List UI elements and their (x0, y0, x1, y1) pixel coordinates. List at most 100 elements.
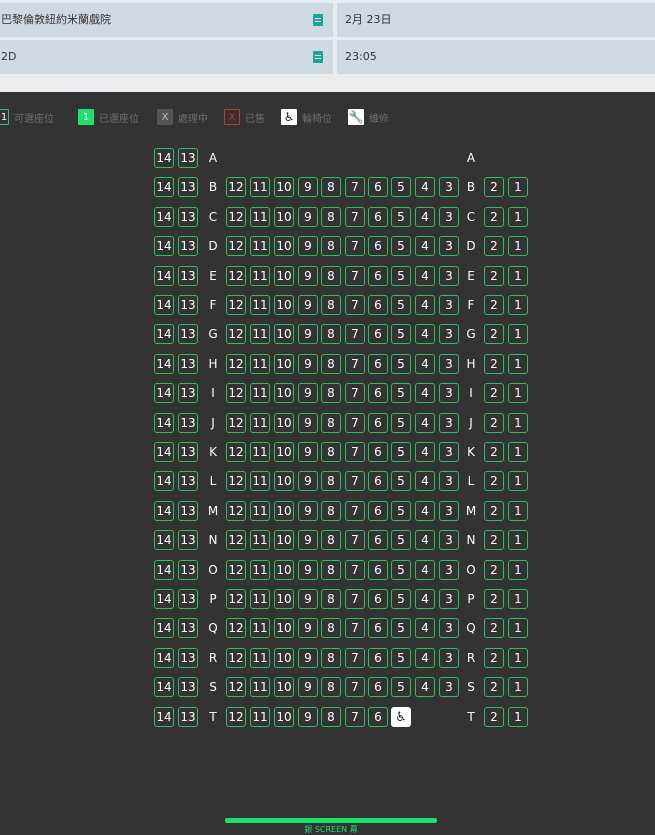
seat-K11[interactable]: 11 (250, 442, 270, 462)
seat-E7[interactable]: 7 (345, 266, 365, 286)
seat-B10[interactable]: 10 (274, 177, 294, 197)
seat-G12[interactable]: 12 (226, 324, 246, 344)
seat-P14[interactable]: 14 (154, 589, 174, 609)
seat-P3[interactable]: 3 (439, 589, 459, 609)
seat-Q10[interactable]: 10 (274, 618, 294, 638)
time-select[interactable]: 23:05 (337, 40, 655, 74)
seat-I3[interactable]: 3 (439, 383, 459, 403)
seat-F7[interactable]: 7 (345, 295, 365, 315)
seat-Q9[interactable]: 9 (298, 618, 318, 638)
seat-F4[interactable]: 4 (415, 295, 435, 315)
seat-F8[interactable]: 8 (321, 295, 341, 315)
seat-B11[interactable]: 11 (250, 177, 270, 197)
seat-M9[interactable]: 9 (298, 501, 318, 521)
seat-C11[interactable]: 11 (250, 207, 270, 227)
seat-N4[interactable]: 4 (415, 530, 435, 550)
seat-E12[interactable]: 12 (226, 266, 246, 286)
seat-R7[interactable]: 7 (345, 648, 365, 668)
seat-J11[interactable]: 11 (250, 413, 270, 433)
seat-S9[interactable]: 9 (298, 677, 318, 697)
seat-O7[interactable]: 7 (345, 560, 365, 580)
seat-H11[interactable]: 11 (250, 354, 270, 374)
seat-M14[interactable]: 14 (154, 501, 174, 521)
seat-A14[interactable]: 14 (154, 148, 174, 168)
seat-H5[interactable]: 5 (391, 354, 411, 374)
seat-C6[interactable]: 6 (368, 207, 388, 227)
seat-D8[interactable]: 8 (321, 236, 341, 256)
seat-S10[interactable]: 10 (274, 677, 294, 697)
seat-J13[interactable]: 13 (178, 413, 198, 433)
seat-K10[interactable]: 10 (274, 442, 294, 462)
seat-Q8[interactable]: 8 (321, 618, 341, 638)
seat-H13[interactable]: 13 (178, 354, 198, 374)
seat-F1[interactable]: 1 (508, 295, 528, 315)
seat-S7[interactable]: 7 (345, 677, 365, 697)
seat-L4[interactable]: 4 (415, 471, 435, 491)
seat-N9[interactable]: 9 (298, 530, 318, 550)
seat-G6[interactable]: 6 (368, 324, 388, 344)
seat-T11[interactable]: 11 (250, 707, 270, 727)
seat-C10[interactable]: 10 (274, 207, 294, 227)
seat-K8[interactable]: 8 (321, 442, 341, 462)
seat-N12[interactable]: 12 (226, 530, 246, 550)
seat-N1[interactable]: 1 (508, 530, 528, 550)
seat-F13[interactable]: 13 (178, 295, 198, 315)
seat-R12[interactable]: 12 (226, 648, 246, 668)
seat-J3[interactable]: 3 (439, 413, 459, 433)
seat-B1[interactable]: 1 (508, 177, 528, 197)
seat-I10[interactable]: 10 (274, 383, 294, 403)
seat-M11[interactable]: 11 (250, 501, 270, 521)
seat-N13[interactable]: 13 (178, 530, 198, 550)
seat-F6[interactable]: 6 (368, 295, 388, 315)
seat-M6[interactable]: 6 (368, 501, 388, 521)
seat-L8[interactable]: 8 (321, 471, 341, 491)
cinema-select[interactable]: 巴黎倫敦紐約米蘭戲院 (0, 3, 333, 37)
format-select[interactable]: 2D (0, 40, 333, 74)
seat-H1[interactable]: 1 (508, 354, 528, 374)
seat-P9[interactable]: 9 (298, 589, 318, 609)
seat-L2[interactable]: 2 (484, 471, 504, 491)
seat-O1[interactable]: 1 (508, 560, 528, 580)
seat-N8[interactable]: 8 (321, 530, 341, 550)
seat-K2[interactable]: 2 (484, 442, 504, 462)
seat-J12[interactable]: 12 (226, 413, 246, 433)
seat-P5[interactable]: 5 (391, 589, 411, 609)
seat-R13[interactable]: 13 (178, 648, 198, 668)
seat-R5[interactable]: 5 (391, 648, 411, 668)
seat-G11[interactable]: 11 (250, 324, 270, 344)
seat-K12[interactable]: 12 (226, 442, 246, 462)
seat-T2[interactable]: 2 (484, 707, 504, 727)
seat-K1[interactable]: 1 (508, 442, 528, 462)
seat-D13[interactable]: 13 (178, 236, 198, 256)
seat-E14[interactable]: 14 (154, 266, 174, 286)
seat-T14[interactable]: 14 (154, 707, 174, 727)
wheelchair-seat-icon[interactable]: ♿ (391, 707, 411, 727)
seat-F12[interactable]: 12 (226, 295, 246, 315)
seat-L5[interactable]: 5 (391, 471, 411, 491)
seat-N7[interactable]: 7 (345, 530, 365, 550)
seat-N5[interactable]: 5 (391, 530, 411, 550)
seat-G3[interactable]: 3 (439, 324, 459, 344)
seat-I12[interactable]: 12 (226, 383, 246, 403)
seat-B7[interactable]: 7 (345, 177, 365, 197)
seat-O14[interactable]: 14 (154, 560, 174, 580)
seat-E3[interactable]: 3 (439, 266, 459, 286)
seat-G10[interactable]: 10 (274, 324, 294, 344)
seat-F3[interactable]: 3 (439, 295, 459, 315)
seat-Q4[interactable]: 4 (415, 618, 435, 638)
seat-I8[interactable]: 8 (321, 383, 341, 403)
seat-P13[interactable]: 13 (178, 589, 198, 609)
seat-S4[interactable]: 4 (415, 677, 435, 697)
seat-M4[interactable]: 4 (415, 501, 435, 521)
seat-J4[interactable]: 4 (415, 413, 435, 433)
seat-E9[interactable]: 9 (298, 266, 318, 286)
seat-E10[interactable]: 10 (274, 266, 294, 286)
seat-R10[interactable]: 10 (274, 648, 294, 668)
seat-J5[interactable]: 5 (391, 413, 411, 433)
seat-P11[interactable]: 11 (250, 589, 270, 609)
seat-E1[interactable]: 1 (508, 266, 528, 286)
seat-D2[interactable]: 2 (484, 236, 504, 256)
date-select[interactable]: 2月 23日 (337, 3, 655, 37)
seat-J9[interactable]: 9 (298, 413, 318, 433)
seat-R4[interactable]: 4 (415, 648, 435, 668)
